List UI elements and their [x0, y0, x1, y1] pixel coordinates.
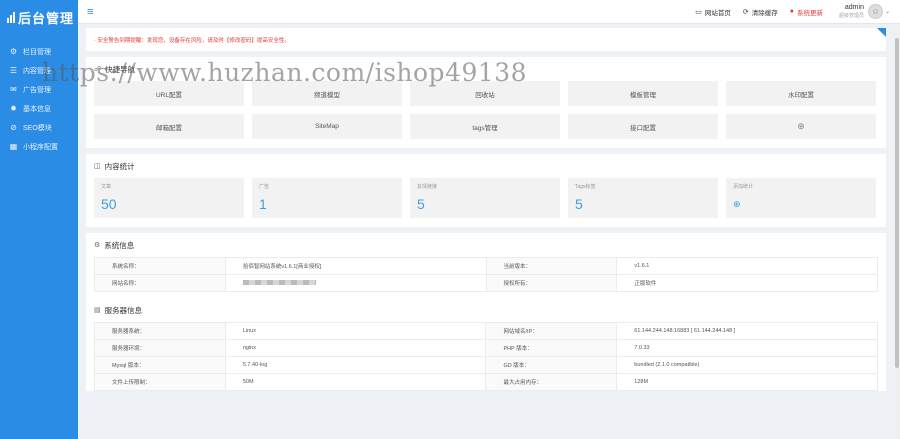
user-role: 超级管理员: [838, 12, 864, 19]
shortcut-title: ☍ 快捷导航: [94, 64, 136, 74]
add-stat-icon: ⊕: [733, 199, 741, 209]
shortcut-api[interactable]: 接口配置: [568, 114, 718, 139]
stat-value: 5: [417, 196, 425, 212]
alert-icon: ●: [789, 8, 794, 15]
shortcut-sitemap[interactable]: SiteMap: [252, 114, 402, 139]
add-shortcut-icon[interactable]: ⊕: [726, 114, 876, 139]
stat-tags[interactable]: Tags标签 5: [568, 178, 718, 218]
system-update-link[interactable]: ● 系统更新: [790, 7, 823, 17]
clear-cache-link[interactable]: ⟳ 清除缓存: [743, 7, 778, 17]
system-name-value: 拾佰智网站系统v1.6.1[商业授权]: [224, 257, 487, 275]
table-row: 服务器系统： Linux 网站域名/IP： 61.144.244.148:168…: [94, 322, 878, 340]
sidebar-nav: ⚙ 栏目管理 ☰ 内容管理 ✉ 广告管理 ✹ 基本信息 ⊘ SEO模块 ▦ 小程…: [0, 42, 78, 156]
table-row: Mysql 版本： 5.7.40-log GD 版本： bundled (2.1…: [94, 356, 878, 374]
user-info[interactable]: admin 超级管理员: [839, 4, 864, 20]
server-table: 服务器系统： Linux 网站域名/IP： 61.144.244.148:168…: [94, 322, 878, 391]
chart-icon: ◫: [94, 163, 101, 170]
grid-icon: ▦: [9, 142, 18, 151]
shortcut-email[interactable]: 邮箱配置: [94, 114, 244, 139]
seo-icon: ⊘: [10, 123, 17, 132]
logo-text: 后台管理: [18, 10, 75, 26]
chevron-down-icon[interactable]: ⌄: [885, 8, 890, 15]
stat-articles[interactable]: 文章 50: [94, 178, 244, 218]
sidebar-item-label: SEO模块: [23, 124, 52, 132]
shortcut-tags[interactable]: tags管理: [410, 114, 560, 139]
sidebar-item-label: 栏目管理: [23, 48, 51, 56]
avatar[interactable]: ☺: [867, 4, 883, 19]
megaphone-icon: ✉: [10, 85, 17, 94]
sidebar-item-label: 内容管理: [23, 67, 51, 75]
site-home-link[interactable]: ▭ 网站首页: [695, 7, 731, 17]
sidebar-item-label: 小程序配置: [23, 143, 58, 151]
sidebar-item-seo[interactable]: ⊘ SEO模块: [0, 118, 78, 137]
system-update-label: 系统更新: [796, 9, 823, 17]
sidebar-item-column[interactable]: ⚙ 栏目管理: [0, 42, 78, 61]
stat-value: 5: [575, 196, 583, 212]
system-table: 系统名称： 拾佰智网站系统v1.6.1[商业授权] 当前版本： v1.6.1 网…: [94, 257, 878, 292]
shortcut-url-config[interactable]: URL配置: [94, 81, 244, 106]
table-row: 文件上传限制： 50M 最大占用内存： 128M: [94, 373, 878, 391]
shortcut-card: ☍ 快捷导航 URL配置 频道模型 回收站 模板管理 水印配置 邮箱配置 Sit…: [86, 57, 886, 148]
site-home-label: 网站首页: [704, 9, 731, 17]
sidebar-item-label: 广告管理: [23, 86, 51, 94]
monitor-icon: ▭: [695, 8, 702, 16]
gear-icon: ⚙: [94, 242, 101, 249]
system-title: ⚙ 系统信息: [94, 240, 135, 250]
header-actions: ▭ 网站首页 ⟳ 清除缓存 ● 系统更新 admin 超级管理员 ☺ ⌄: [683, 0, 900, 24]
table-row: 服务器环境： nginx PHP 版本： 7.0.33: [94, 339, 878, 357]
site-name-value: [224, 274, 487, 292]
table-row: 网站名称： 授权所有： 正版软件: [94, 274, 878, 292]
document-icon: ☰: [9, 66, 18, 75]
scrollbar-thumb[interactable]: [895, 38, 899, 368]
user-icon: ☺: [871, 7, 880, 16]
stat-add[interactable]: 添加统计 ⊕: [726, 178, 876, 218]
link-icon: ☍: [94, 66, 102, 73]
stats-card: ◫ 内容统计 文章 50 广告 1 友情链接 5 Tags标签 5 添加统计 ⊕: [86, 154, 886, 227]
shortcut-grid: URL配置 频道模型 回收站 模板管理 水印配置 邮箱配置 SiteMap ta…: [94, 81, 878, 148]
logo-icon: [7, 11, 15, 23]
shortcut-watermark[interactable]: 水印配置: [726, 81, 876, 106]
shortcut-channel-model[interactable]: 频道模型: [252, 81, 402, 106]
server-title: ▤ 服务器信息: [94, 305, 143, 315]
menu-toggle-icon[interactable]: ≡: [87, 6, 93, 18]
stat-value: 1: [259, 196, 267, 212]
stat-value: 50: [101, 196, 117, 212]
main-content: · 安全警告到期提醒：发现您，设备存在风险，请及时【修改密码】提高安全性。 ☍ …: [86, 28, 886, 397]
table-row: 系统名称： 拾佰智网站系统v1.6.1[商业授权] 当前版本： v1.6.1: [94, 257, 878, 275]
corner-flag-icon: [877, 28, 886, 37]
stats-title: ◫ 内容统计: [94, 161, 135, 171]
page-scrollbar[interactable]: [894, 28, 900, 439]
redacted-text: [242, 279, 316, 285]
refresh-icon: ⟳: [742, 8, 749, 16]
sidebar-item-content[interactable]: ☰ 内容管理: [0, 61, 78, 80]
system-card: ⚙ 系统信息 系统名称： 拾佰智网站系统v1.6.1[商业授权] 当前版本： v…: [86, 233, 886, 391]
shortcut-recycle-bin[interactable]: 回收站: [410, 81, 560, 106]
sidebar-item-ads[interactable]: ✉ 广告管理: [0, 80, 78, 99]
username: admin: [844, 3, 864, 11]
sidebar-item-label: 基本信息: [23, 105, 51, 113]
logo[interactable]: 后台管理: [0, 0, 78, 34]
sidebar-item-basic-info[interactable]: ✹ 基本信息: [0, 99, 78, 118]
server-icon: ▤: [94, 307, 101, 314]
security-notice: · 安全警告到期提醒：发现您，设备存在风险，请及时【修改密码】提高安全性。: [86, 28, 886, 51]
gear-icon: ⚙: [9, 47, 18, 56]
stat-ads[interactable]: 广告 1: [252, 178, 402, 218]
top-header: ≡ ▭ 网站首页 ⟳ 清除缓存 ● 系统更新 admin 超级管理员 ☺ ⌄: [78, 0, 900, 24]
stats-grid: 文章 50 广告 1 友情链接 5 Tags标签 5 添加统计 ⊕: [94, 178, 878, 227]
stat-links[interactable]: 友情链接 5: [410, 178, 560, 218]
notice-text: · 安全警告到期提醒：发现您，设备存在风险，请及时【修改密码】提高安全性。: [94, 37, 290, 44]
clear-cache-label: 清除缓存: [751, 9, 778, 17]
sidebar: 后台管理 ⚙ 栏目管理 ☰ 内容管理 ✉ 广告管理 ✹ 基本信息 ⊘ SEO模块…: [0, 0, 78, 439]
sidebar-item-miniapp[interactable]: ▦ 小程序配置: [0, 137, 78, 156]
shortcut-template[interactable]: 模板管理: [568, 81, 718, 106]
settings-icon: ✹: [10, 104, 17, 113]
